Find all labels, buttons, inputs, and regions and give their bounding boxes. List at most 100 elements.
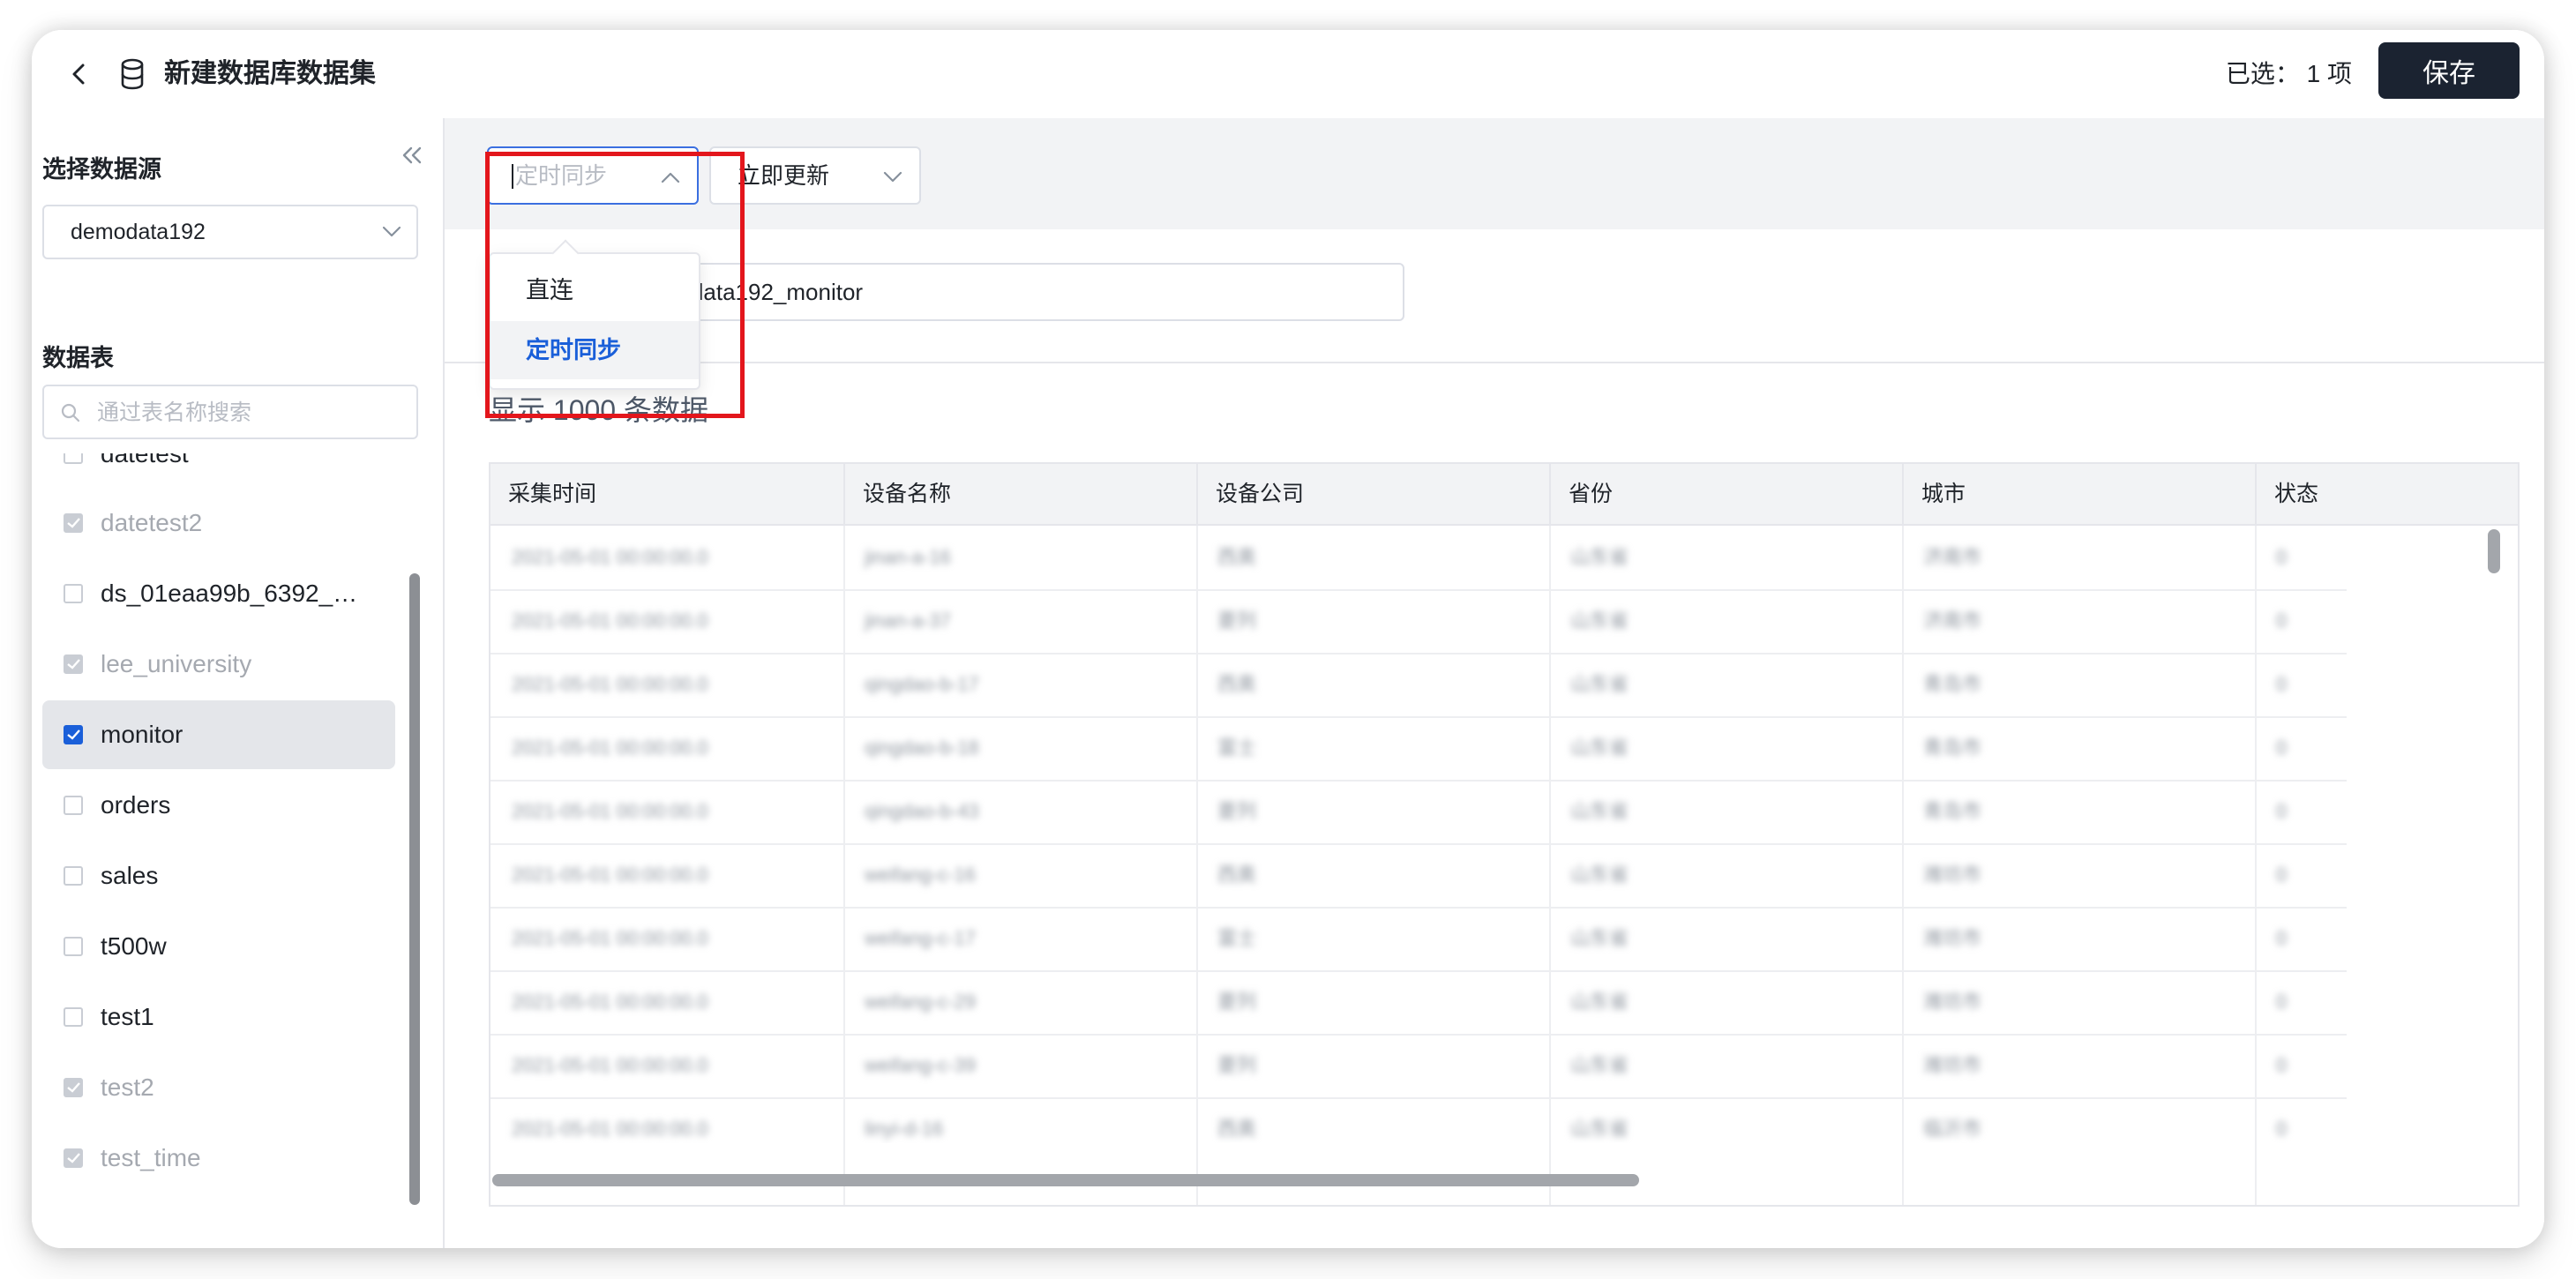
- sidebar-scrollbar-thumb[interactable]: [409, 573, 420, 1205]
- sidebar: 选择数据源 demodata192 数据表 datetest: [32, 118, 445, 1248]
- checkbox[interactable]: [64, 796, 83, 815]
- collapse-sidebar-icon[interactable]: [399, 143, 425, 168]
- table-item-label: t500w: [101, 932, 167, 960]
- table-cell: 0: [2276, 1054, 2288, 1076]
- table-body: 2021-05-01 00:00:00.0 jinan-a-16 西奥 山东省 济南市 0…: [490, 526, 2518, 1143]
- table-row: 2021-05-01 00:00:00.0 weifang-c-39 菱列 山东省 潍坊…: [490, 1034, 2347, 1099]
- table-row: 2021-05-01 00:00:00.0 qingdao-b-18 富士 山东省 青岛…: [490, 716, 2347, 782]
- back-icon[interactable]: [62, 56, 97, 92]
- table-cell: jinan-a-16: [865, 546, 951, 568]
- checkbox[interactable]: [64, 866, 83, 886]
- table-cell: 西奥: [1217, 864, 1257, 886]
- table-search-field[interactable]: [42, 385, 418, 439]
- table-row: 2021-05-01 00:00:00.0 weifang-c-17 富士 山东省 潍坊…: [490, 907, 2347, 972]
- table-item-label: orders: [101, 791, 171, 819]
- sync-mode-placeholder: 定时同步: [515, 162, 608, 189]
- table-item-label: test1: [101, 1003, 154, 1030]
- datasource-select[interactable]: demodata192: [42, 205, 418, 259]
- column-header: 设备名称: [843, 464, 1196, 524]
- main-panel: 定时同步 立即更新 nodata192_monitor 显示 1000 条数据 …: [445, 118, 2544, 1248]
- table-cell: 0: [2276, 737, 2288, 759]
- table-cell: weifang-c-29: [865, 991, 976, 1013]
- table-item-test-time: test_time: [42, 1124, 395, 1193]
- table-item-t500w[interactable]: t500w: [42, 912, 395, 981]
- table-cell: qingdao-b-43: [865, 800, 979, 822]
- check-icon: [67, 1153, 80, 1163]
- table-vertical-scrollbar[interactable]: [2484, 527, 2502, 1152]
- option-direct[interactable]: 直连: [490, 261, 699, 319]
- table-cell: 山东省: [1570, 673, 1629, 695]
- table-cell: weifang-c-17: [865, 927, 976, 949]
- checkbox[interactable]: [64, 937, 83, 956]
- column-header: 城市: [1902, 464, 2255, 524]
- table-cell: 西奥: [1217, 546, 1257, 568]
- table-item-label: ds_01eaa99b_6392_…: [101, 580, 358, 607]
- table-horizontal-scrollbar[interactable]: [490, 1171, 2502, 1189]
- table-cell: 山东省: [1570, 864, 1629, 886]
- table-row: 2021-05-01 00:00:00.0 linyi-d-16 西奥 山东省 临沂市 0: [490, 1097, 2347, 1143]
- table-cell: 西奥: [1217, 673, 1257, 695]
- table-cell: 0: [2276, 546, 2288, 568]
- table-cell: 潍坊市: [1923, 991, 1982, 1013]
- checkbox[interactable]: [64, 1007, 83, 1027]
- table-row: 2021-05-01 00:00:00.0 weifang-c-29 菱列 山东省 潍坊…: [490, 970, 2347, 1036]
- table-cell: 0: [2276, 927, 2288, 949]
- table-cell: 山东省: [1570, 1118, 1629, 1140]
- database-icon: [121, 58, 144, 90]
- table-cell: qingdao-b-18: [865, 737, 979, 759]
- table-cell: weifang-c-16: [865, 864, 976, 886]
- table-item-sales[interactable]: sales: [42, 841, 395, 910]
- column-header: 设备公司: [1196, 464, 1549, 524]
- datasource-label: 选择数据源: [42, 156, 161, 183]
- table-cell: 山东省: [1570, 1054, 1629, 1076]
- table-row: 2021-05-01 00:00:00.0 qingdao-b-43 菱列 山东省 青岛…: [490, 780, 2347, 845]
- save-button[interactable]: 保存: [2378, 42, 2520, 99]
- table-item-datetest[interactable]: datetest: [42, 453, 395, 489]
- sidebar-scrollbar[interactable]: [406, 471, 422, 1212]
- table-cell: 济南市: [1923, 546, 1982, 568]
- sync-mode-select[interactable]: 定时同步: [487, 146, 699, 205]
- table-cell: 2021-05-01 00:00:00.0: [512, 546, 708, 568]
- update-mode-select[interactable]: 立即更新: [709, 146, 921, 205]
- table-horizontal-scrollbar-thumb[interactable]: [492, 1174, 1639, 1186]
- checkbox[interactable]: [64, 453, 83, 464]
- table-cell: 0: [2276, 864, 2288, 886]
- table-item-label: monitor: [101, 721, 183, 748]
- table-item-lee-university: lee_university: [42, 630, 395, 699]
- table-item-orders[interactable]: orders: [42, 771, 395, 840]
- table-row: 2021-05-01 00:00:00.0 jinan-a-37 菱列 山东省 济南市 0: [490, 589, 2347, 654]
- table-cell: 潍坊市: [1923, 927, 1982, 949]
- preview-title: 显示 1000 条数据: [489, 394, 708, 426]
- table-cell: 山东省: [1570, 991, 1629, 1013]
- table-item-label: datetest: [101, 453, 189, 467]
- table-item-monitor[interactable]: monitor: [42, 700, 395, 769]
- table-cell: 2021-05-01 00:00:00.0: [512, 1054, 708, 1076]
- table-cell: 2021-05-01 00:00:00.0: [512, 991, 708, 1013]
- table-cell: 山东省: [1570, 737, 1629, 759]
- table-cell: 山东省: [1570, 610, 1629, 632]
- chevron-down-icon: [382, 226, 401, 237]
- table-cell: 山东省: [1570, 927, 1629, 949]
- table-item-test1[interactable]: test1: [42, 983, 395, 1051]
- column-header: 省份: [1549, 464, 1902, 524]
- checkbox[interactable]: [64, 725, 83, 744]
- table-row: 2021-05-01 00:00:00.0 jinan-a-16 西奥 山东省 济南市 0: [490, 526, 2347, 591]
- table-vertical-scrollbar-thumb[interactable]: [2488, 529, 2500, 573]
- table-cell: 山东省: [1570, 800, 1629, 822]
- checkbox[interactable]: [64, 584, 83, 603]
- table-cell: 2021-05-01 00:00:00.0: [512, 673, 708, 695]
- table-cell: 菱列: [1217, 991, 1257, 1013]
- table-cell: 0: [2276, 610, 2288, 632]
- table-cell: 富士: [1217, 737, 1257, 759]
- table-cell: 青岛市: [1923, 673, 1982, 695]
- table-item-ds01[interactable]: ds_01eaa99b_6392_…: [42, 559, 395, 628]
- checkbox: [64, 513, 83, 533]
- table-item-label: test_time: [101, 1144, 201, 1171]
- option-scheduled-sync[interactable]: 定时同步: [490, 321, 699, 379]
- table-cell: 2021-05-01 00:00:00.0: [512, 927, 708, 949]
- table-cell: 2021-05-01 00:00:00.0: [512, 864, 708, 886]
- checkbox: [64, 1148, 83, 1168]
- table-item-label: datetest2: [101, 509, 203, 536]
- table-search-input[interactable]: [95, 395, 399, 430]
- table-cell: 临沂市: [1923, 1118, 1982, 1140]
